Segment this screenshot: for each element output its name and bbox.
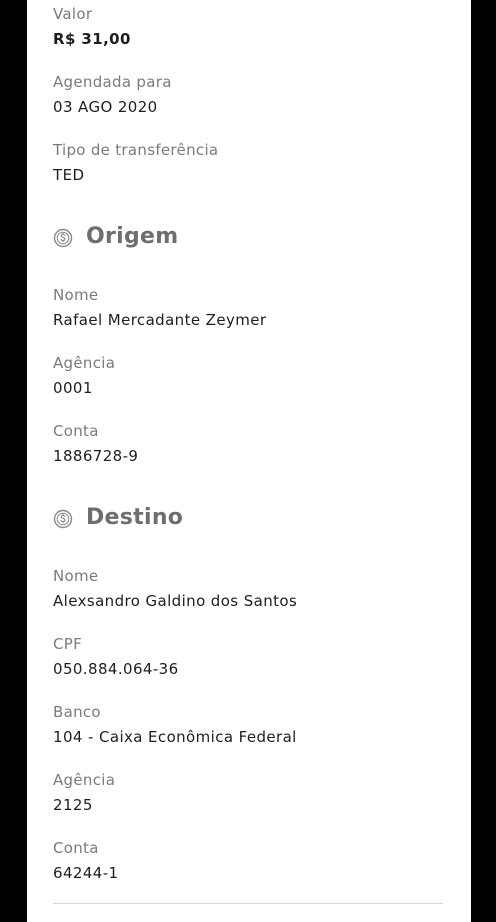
origem-title: Origem xyxy=(86,224,179,249)
agendada-label: Agendada para xyxy=(53,73,172,91)
bottom-divider xyxy=(53,903,443,904)
valor-label: Valor xyxy=(53,5,93,23)
destino-cpf-label: CPF xyxy=(53,635,83,653)
destino-nome-label: Nome xyxy=(53,567,99,585)
tipo-label: Tipo de transferência xyxy=(53,141,219,159)
destino-banco-label: Banco xyxy=(53,703,101,721)
destino-cpf-value: 050.884.064-36 xyxy=(53,660,179,678)
tipo-value: TED xyxy=(53,166,85,184)
destino-banco-value: 104 - Caixa Econômica Federal xyxy=(53,728,297,746)
dollar-coin-icon xyxy=(53,509,73,529)
destino-title: Destino xyxy=(86,505,184,530)
destino-nome-value: Alexsandro Galdino dos Santos xyxy=(53,592,298,610)
origem-conta-value: 1886728-9 xyxy=(53,447,139,465)
destino-conta-label: Conta xyxy=(53,839,99,857)
origem-nome-value: Rafael Mercadante Zeymer xyxy=(53,311,267,329)
origem-agencia-value: 0001 xyxy=(53,379,93,397)
destino-agencia-value: 2125 xyxy=(53,796,93,814)
origem-nome-label: Nome xyxy=(53,286,99,304)
dollar-coin-icon xyxy=(53,228,73,248)
transfer-receipt: Valor R$ 31,00 Agendada para 03 AGO 2020… xyxy=(27,0,471,922)
agendada-value: 03 AGO 2020 xyxy=(53,98,158,116)
destino-conta-value: 64244-1 xyxy=(53,864,119,882)
destino-agencia-label: Agência xyxy=(53,771,116,789)
origem-agencia-label: Agência xyxy=(53,354,116,372)
origem-conta-label: Conta xyxy=(53,422,99,440)
valor-value: R$ 31,00 xyxy=(53,30,131,48)
